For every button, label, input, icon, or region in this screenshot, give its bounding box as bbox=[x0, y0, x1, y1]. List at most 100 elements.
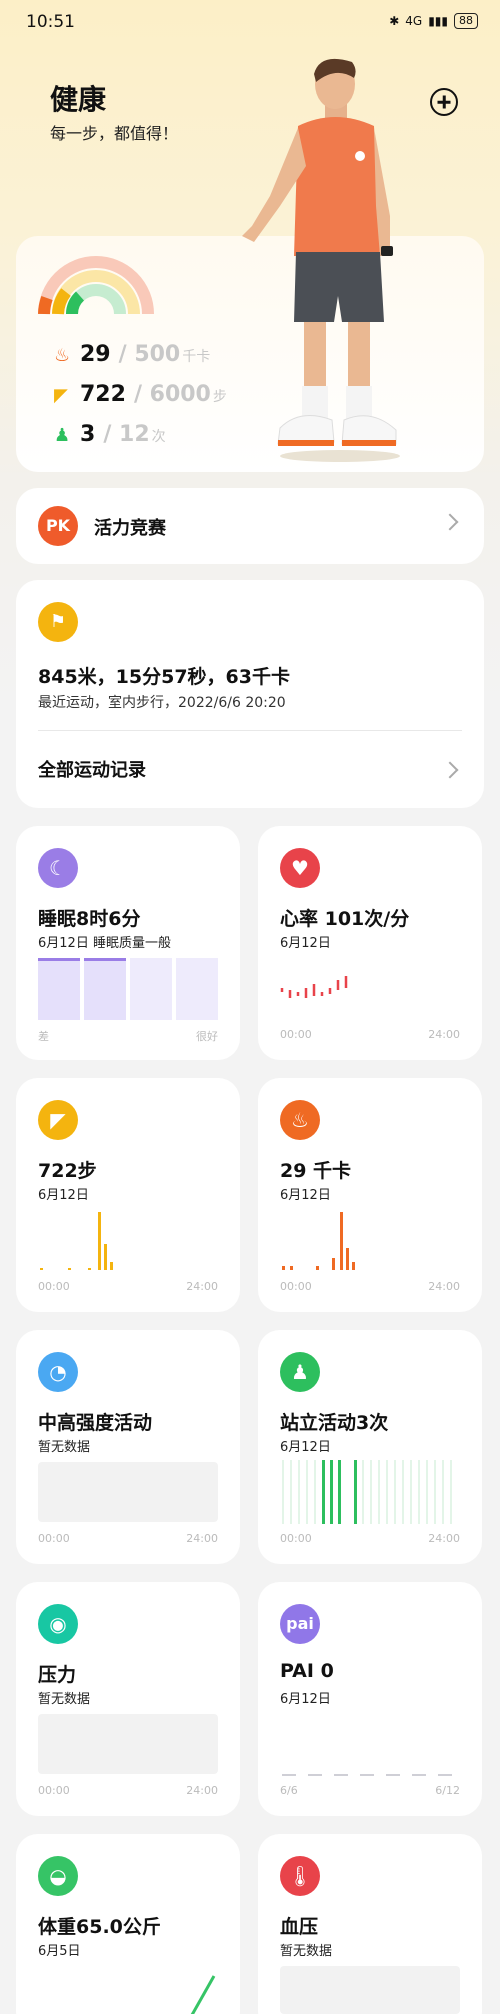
stand-chart bbox=[282, 1460, 452, 1524]
axis-right: 24:00 bbox=[186, 1280, 218, 1293]
page-title: 健康 bbox=[50, 83, 107, 116]
stand-summary: ♟ 3 / 12 次 bbox=[54, 422, 166, 447]
heart-icon: ♥ bbox=[280, 848, 320, 888]
walking-icon: ⚑ bbox=[38, 602, 78, 642]
calories-tile[interactable]: ♨ 29 千卡 6月12日 00:00 24:00 bbox=[258, 1078, 482, 1312]
scale-icon: ◒ bbox=[38, 1856, 78, 1896]
bp-title: 血压 bbox=[280, 1916, 319, 1938]
weight-tile[interactable]: ◒ 体重65.0公斤 6月5日 bbox=[16, 1834, 240, 2014]
axis-right: 24:00 bbox=[186, 1532, 218, 1545]
sleep-subtitle: 6月12日 睡眠质量一般 bbox=[38, 936, 171, 951]
intensity-axis: 00:00 24:00 bbox=[38, 1532, 218, 1545]
person-icon: ♟ bbox=[54, 425, 71, 446]
avatar-figure bbox=[242, 58, 400, 462]
flame-icon: ♨ bbox=[54, 345, 71, 366]
calories-goal: / 500 bbox=[118, 342, 181, 367]
stress-tile[interactable]: ◉ 压力 暂无数据 00:00 24:00 bbox=[16, 1582, 240, 1816]
steps-unit: 步 bbox=[212, 389, 227, 405]
heart-rate-tile[interactable]: ♥ 心率 101次/分 6月12日 00:00 24:00 bbox=[258, 826, 482, 1060]
axis-left: 差 bbox=[38, 1030, 49, 1043]
bluetooth-icon: ✱ bbox=[389, 14, 400, 28]
weight-title: 体重65.0公斤 bbox=[38, 1916, 161, 1938]
stress-title: 压力 bbox=[38, 1664, 77, 1686]
empty-chart bbox=[280, 1966, 460, 2014]
axis-left: 00:00 bbox=[280, 1028, 312, 1041]
heart-rate-title: 心率 101次/分 bbox=[280, 908, 410, 930]
shoe-icon: ◤ bbox=[38, 1100, 78, 1140]
axis-right: 6/12 bbox=[435, 1784, 460, 1797]
axis-left: 00:00 bbox=[38, 1280, 70, 1293]
calories-title: 29 千卡 bbox=[280, 1160, 352, 1182]
intensity-tile[interactable]: ◔ 中高强度活动 暂无数据 00:00 24:00 bbox=[16, 1330, 240, 1564]
stand-unit: 次 bbox=[151, 429, 166, 445]
pk-badge: PK bbox=[38, 506, 78, 546]
calories-axis: 00:00 24:00 bbox=[280, 1280, 460, 1293]
steps-chart bbox=[40, 1212, 113, 1270]
activity-ring-icon bbox=[38, 256, 154, 315]
intensity-subtitle: 暂无数据 bbox=[38, 1440, 91, 1455]
stress-icon: ◉ bbox=[38, 1604, 78, 1644]
pai-title: PAI 0 bbox=[280, 1660, 334, 1682]
pai-chart bbox=[282, 1774, 452, 1776]
blood-pressure-tile[interactable]: 🌡 血压 暂无数据 bbox=[258, 1834, 482, 2014]
intensity-title: 中高强度活动 bbox=[38, 1412, 153, 1434]
thermometer-icon: 🌡 bbox=[280, 1856, 320, 1896]
sleep-quality-chart bbox=[38, 958, 218, 1020]
axis-right: 很好 bbox=[196, 1030, 218, 1043]
moon-icon: ☾ bbox=[38, 848, 78, 888]
clock-icon: ◔ bbox=[38, 1352, 78, 1392]
weight-chart bbox=[190, 1975, 216, 2014]
calories-subtitle: 6月12日 bbox=[280, 1188, 331, 1203]
empty-chart bbox=[38, 1714, 218, 1774]
heart-rate-subtitle: 6月12日 bbox=[280, 936, 331, 951]
pai-subtitle: 6月12日 bbox=[280, 1692, 331, 1707]
axis-left: 00:00 bbox=[38, 1784, 70, 1797]
axis-right: 24:00 bbox=[186, 1784, 218, 1797]
heart-rate-chart bbox=[280, 976, 348, 998]
steps-title: 722步 bbox=[38, 1160, 97, 1182]
pk-competition-row[interactable]: PK 活力竞赛 bbox=[16, 488, 484, 564]
chevron-right-icon bbox=[441, 761, 459, 779]
stress-subtitle: 暂无数据 bbox=[38, 1692, 91, 1707]
sleep-tile[interactable]: ☾ 睡眠8时6分 6月12日 睡眠质量一般 差 很好 bbox=[16, 826, 240, 1060]
calories-chart bbox=[282, 1212, 355, 1270]
sleep-bar bbox=[84, 958, 126, 1020]
workout-detail: 最近运动，室内步行，2022/6/6 20:20 bbox=[38, 695, 286, 711]
recent-workout-card[interactable]: ⚑ 845米，15分57秒，63千卡 最近运动，室内步行，2022/6/6 20… bbox=[16, 580, 484, 808]
signal-icon: ▮▮▮ bbox=[428, 14, 448, 28]
stand-subtitle: 6月12日 bbox=[280, 1440, 331, 1455]
calories-summary: ♨ 29 / 500 千卡 bbox=[54, 342, 210, 367]
pai-axis: 6/6 6/12 bbox=[280, 1784, 460, 1797]
person-icon: ♟ bbox=[280, 1352, 320, 1392]
steps-subtitle: 6月12日 bbox=[38, 1188, 89, 1203]
steps-axis: 00:00 24:00 bbox=[38, 1280, 218, 1293]
bp-subtitle: 暂无数据 bbox=[280, 1944, 333, 1959]
pk-label: 活力竞赛 bbox=[94, 518, 166, 539]
calories-value: 29 bbox=[80, 342, 111, 367]
steps-summary: ◤ 722 / 6000 步 bbox=[54, 382, 227, 407]
divider bbox=[38, 730, 462, 731]
sleep-bar bbox=[176, 958, 218, 1020]
battery-indicator: 88 bbox=[454, 13, 478, 29]
pai-icon: pai bbox=[280, 1604, 320, 1644]
stand-title: 站立活动3次 bbox=[280, 1412, 389, 1434]
pai-tile[interactable]: pai PAI 0 6月12日 6/6 6/12 bbox=[258, 1582, 482, 1816]
heart-axis: 00:00 24:00 bbox=[280, 1028, 460, 1041]
stand-tile[interactable]: ♟ 站立活动3次 6月12日 00:00 24:00 bbox=[258, 1330, 482, 1564]
steps-tile[interactable]: ◤ 722步 6月12日 00:00 24:00 bbox=[16, 1078, 240, 1312]
page-subtitle: 每一步，都值得！ bbox=[50, 124, 179, 143]
all-workouts-link[interactable]: 全部运动记录 bbox=[38, 756, 146, 782]
axis-right: 24:00 bbox=[428, 1532, 460, 1545]
axis-right: 24:00 bbox=[428, 1280, 460, 1293]
stand-goal: / 12 bbox=[103, 422, 150, 447]
axis-left: 00:00 bbox=[280, 1280, 312, 1293]
sleep-bar bbox=[130, 958, 172, 1020]
network-label: 4G bbox=[405, 14, 423, 28]
stress-axis: 00:00 24:00 bbox=[38, 1784, 218, 1797]
sleep-title: 睡眠8时6分 bbox=[38, 908, 141, 930]
axis-left: 6/6 bbox=[280, 1784, 298, 1797]
sleep-axis: 差 很好 bbox=[38, 1028, 218, 1044]
add-icon[interactable] bbox=[430, 88, 458, 116]
chevron-right-icon bbox=[441, 513, 459, 531]
sleep-bar bbox=[38, 958, 80, 1020]
